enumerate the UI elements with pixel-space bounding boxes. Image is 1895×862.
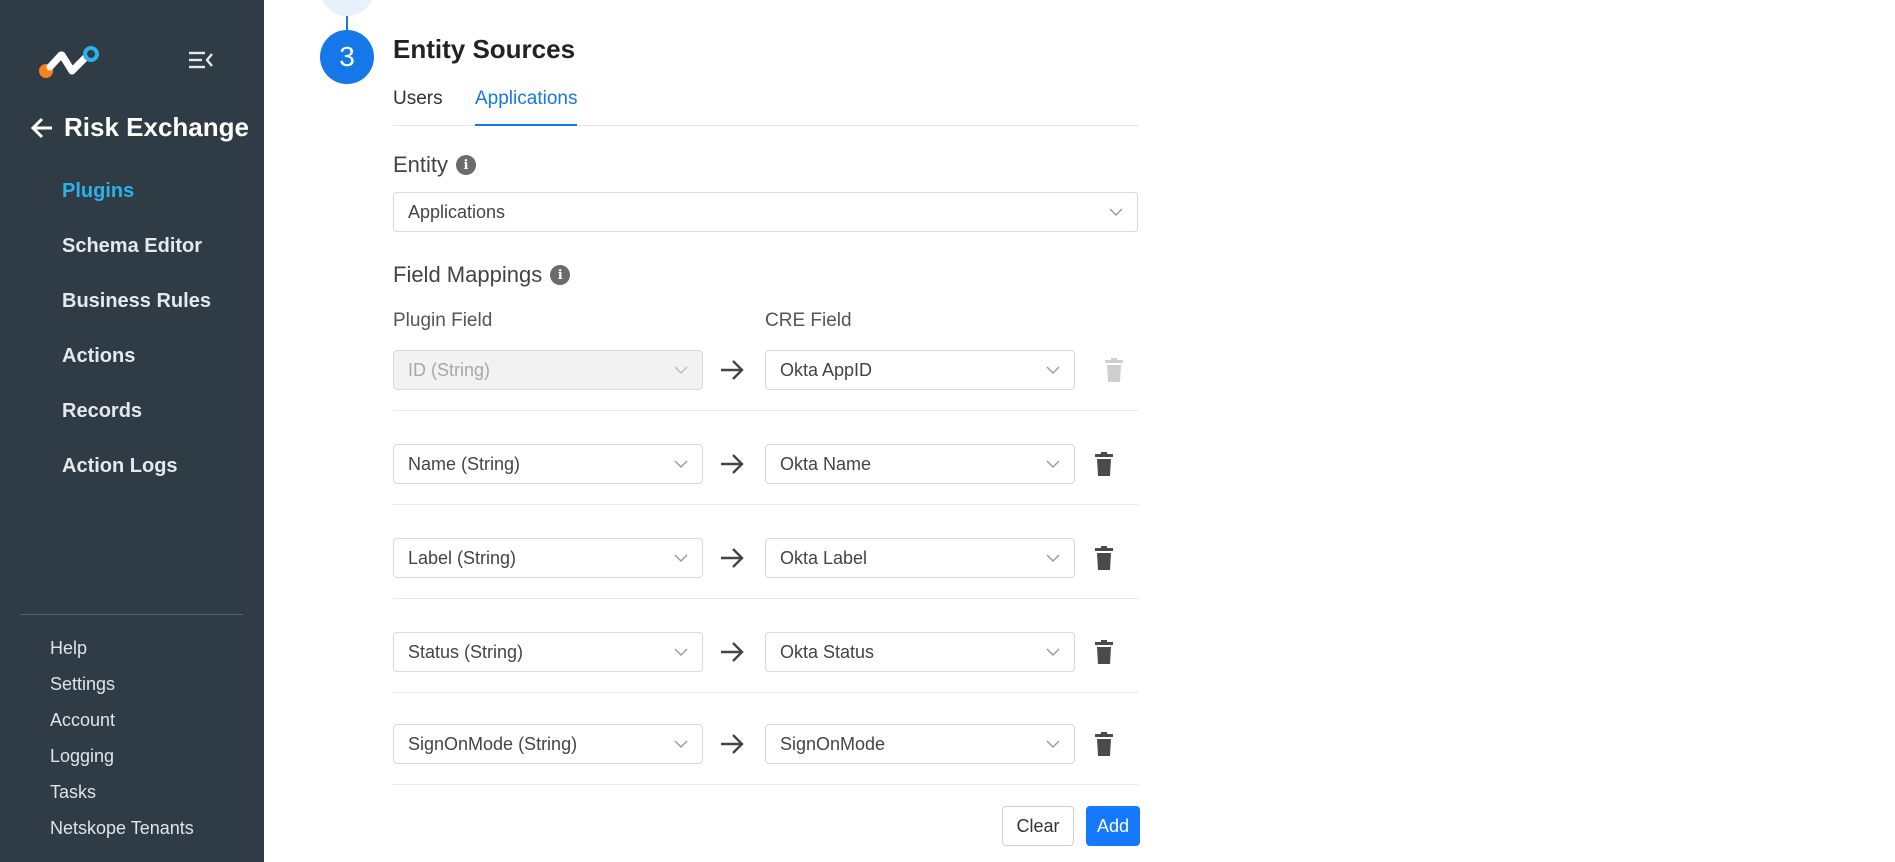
module-title: Risk Exchange: [64, 112, 249, 142]
arrow-right-icon: [721, 454, 744, 474]
field-mappings-info-icon[interactable]: i: [550, 265, 571, 285]
chevron-down-icon: [1109, 208, 1123, 216]
section-title: Entity Sources: [393, 34, 576, 64]
plugin-field-select[interactable]: Status (String): [393, 632, 703, 672]
plugin-field-select: ID (String): [393, 350, 703, 390]
sidebar-item-settings[interactable]: Settings: [50, 672, 194, 708]
sidebar-item-help[interactable]: Help: [50, 636, 194, 672]
plugin-field-select[interactable]: Label (String): [393, 538, 703, 578]
row-divider: [393, 598, 1138, 599]
sidebar-divider: [20, 614, 243, 615]
field-mappings-label-group: Field Mappings i: [393, 262, 571, 288]
chevron-down-icon: [1046, 648, 1060, 656]
add-button[interactable]: Add: [1086, 806, 1140, 846]
sidebar-item-account[interactable]: Account: [50, 708, 194, 744]
cre-field-select[interactable]: Okta Name: [765, 444, 1075, 484]
cre-field-select[interactable]: Okta AppID: [765, 350, 1075, 390]
chevron-down-icon: [674, 554, 688, 562]
sidebar-item-netskope-tenants[interactable]: Netskope Tenants: [50, 816, 194, 852]
back-to-risk-exchange[interactable]: Risk Exchange: [30, 112, 249, 143]
delete-row-icon[interactable]: [1094, 546, 1114, 570]
chevron-down-icon: [674, 460, 688, 468]
clear-button[interactable]: Clear: [1002, 806, 1074, 846]
tab-users[interactable]: Users: [393, 88, 443, 124]
entity-source-tabs: Users Applications: [393, 84, 1138, 126]
plugin-field-value: Status (String): [408, 641, 524, 662]
cre-field-select[interactable]: SignOnMode: [765, 724, 1075, 764]
sidebar-item-business-rules[interactable]: Business Rules: [62, 284, 211, 339]
entity-select-value: Applications: [408, 201, 506, 222]
row-divider: [393, 410, 1138, 411]
row-divider: [393, 692, 1138, 693]
sidebar-item-action-logs[interactable]: Action Logs: [62, 449, 211, 504]
sidebar-item-schema-editor[interactable]: Schema Editor: [62, 229, 211, 284]
plugin-field-value: Label (String): [408, 547, 517, 568]
sidebar-item-records[interactable]: Records: [62, 394, 211, 449]
arrow-right-icon: [721, 360, 744, 380]
plugin-field-select[interactable]: Name (String): [393, 444, 703, 484]
cre-field-select[interactable]: Okta Label: [765, 538, 1075, 578]
chevron-down-icon: [1046, 740, 1060, 748]
chevron-down-icon: [674, 648, 688, 656]
cre-field-value: SignOnMode: [780, 733, 886, 754]
sidebar-item-tasks[interactable]: Tasks: [50, 780, 194, 816]
cre-field-value: Okta AppID: [780, 359, 873, 380]
chevron-down-icon: [1046, 554, 1060, 562]
arrow-right-icon: [721, 642, 744, 662]
previous-step-circle: [320, 0, 374, 16]
plugin-field-value: ID (String): [408, 359, 491, 380]
chevron-down-icon: [674, 740, 688, 748]
chevron-down-icon: [674, 366, 688, 374]
cre-field-value: Okta Label: [780, 547, 868, 568]
plugin-field-value: SignOnMode (String): [408, 733, 578, 754]
entity-label-group: Entity i: [393, 152, 477, 178]
sidebar-item-plugins[interactable]: Plugins: [62, 174, 211, 229]
cre-field-value: Okta Status: [780, 641, 875, 662]
netskope-logo-icon[interactable]: [38, 44, 102, 80]
arrow-right-icon: [721, 734, 744, 754]
trash-icon: [1105, 358, 1123, 382]
row-divider: [393, 784, 1138, 785]
plugin-field-header: Plugin Field: [393, 310, 493, 331]
chevron-down-icon: [1046, 460, 1060, 468]
delete-row-icon[interactable]: [1094, 640, 1114, 664]
step-number-badge: 3: [320, 30, 374, 84]
tab-applications[interactable]: Applications: [475, 88, 578, 126]
collapse-menu-icon[interactable]: [188, 48, 214, 72]
sidebar-nav: Plugins Schema Editor Business Rules Act…: [62, 174, 211, 504]
delete-row-icon[interactable]: [1094, 732, 1114, 756]
sidebar: Risk Exchange Plugins Schema Editor Busi…: [0, 0, 264, 862]
cre-field-value: Okta Name: [780, 453, 872, 474]
arrow-right-icon: [721, 548, 744, 568]
sidebar-item-logging[interactable]: Logging: [50, 744, 194, 780]
entity-label: Entity: [393, 152, 449, 177]
sidebar-bottom-nav: Help Settings Account Logging Tasks Nets…: [50, 636, 194, 852]
step-connector: [346, 16, 348, 30]
cre-field-header: CRE Field: [765, 310, 852, 331]
entity-select[interactable]: Applications: [393, 192, 1138, 232]
arrow-left-icon: [30, 117, 52, 138]
delete-row-icon[interactable]: [1094, 452, 1114, 476]
chevron-down-icon: [1046, 366, 1060, 374]
entity-info-icon[interactable]: i: [456, 155, 477, 175]
sidebar-item-actions[interactable]: Actions: [62, 339, 211, 394]
plugin-field-value: Name (String): [408, 453, 521, 474]
cre-field-select[interactable]: Okta Status: [765, 632, 1075, 672]
plugin-field-select[interactable]: SignOnMode (String): [393, 724, 703, 764]
field-mappings-label: Field Mappings: [393, 262, 543, 287]
row-divider: [393, 504, 1138, 505]
